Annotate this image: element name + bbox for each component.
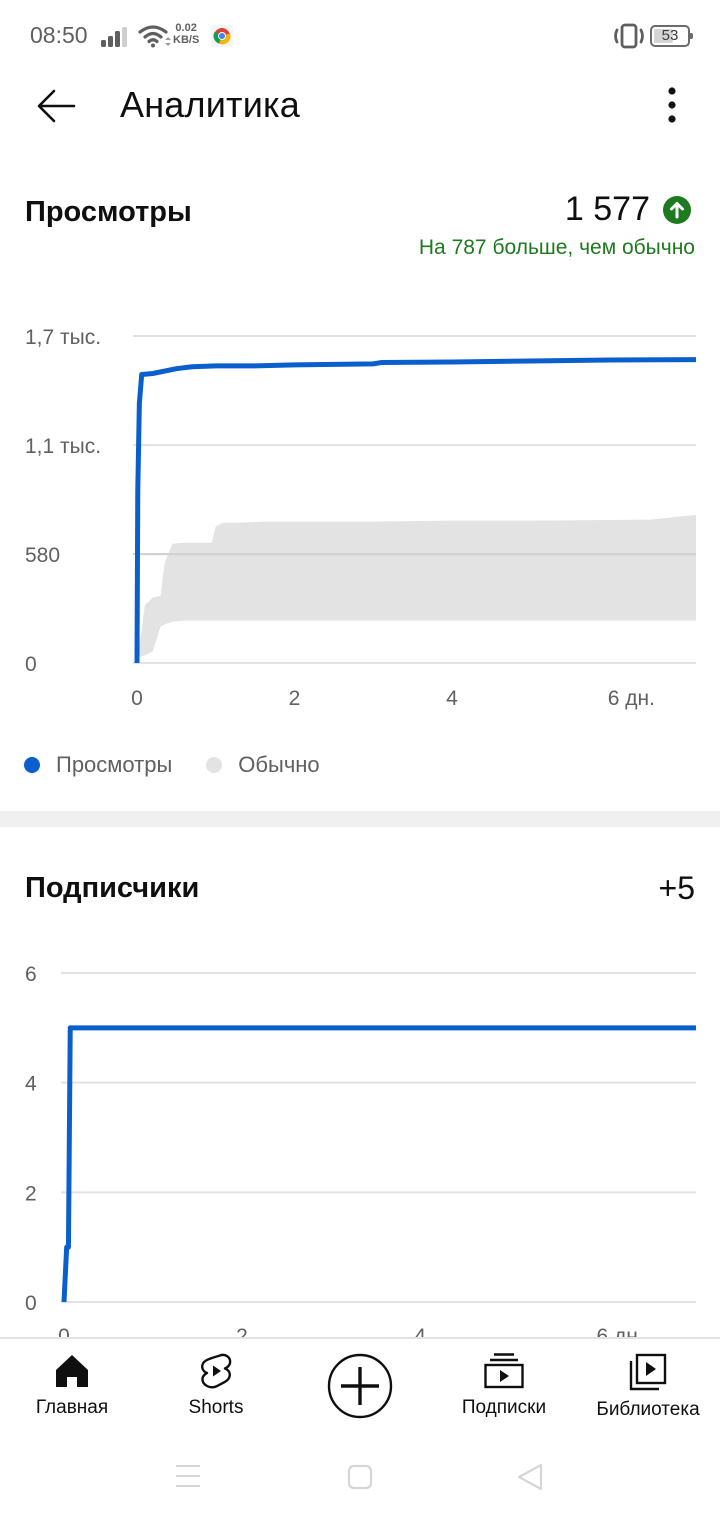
chrome-icon <box>211 25 233 47</box>
network-speed-value: 0.02 <box>175 22 197 34</box>
legend-dot-typical <box>206 757 223 773</box>
status-bar: 08:50 0.02 KB/S 53 <box>0 0 720 70</box>
x-tick-label: 2 <box>289 687 301 710</box>
y-tick-label: 2 <box>25 1182 37 1205</box>
more-vert-icon[interactable] <box>652 82 692 130</box>
bottom-nav: Главная Shorts Подписки Библиотека <box>0 1337 720 1435</box>
nav-label-subscriptions: Подписки <box>461 1397 547 1418</box>
subscribers-chart: 02460246 дн. <box>25 963 696 1348</box>
legend-label-views: Просмотры <box>56 752 173 777</box>
nav-item-create[interactable] <box>310 1339 410 1437</box>
nav-item-shorts[interactable]: Shorts <box>166 1339 266 1437</box>
legend-item-typical: Обычно <box>206 752 320 778</box>
y-tick-label: 0 <box>25 653 37 676</box>
back-triangle-icon[interactable] <box>515 1462 545 1492</box>
y-tick-label: 1,7 тыс. <box>25 326 101 349</box>
menu-icon[interactable] <box>174 1463 202 1489</box>
signal-icon <box>101 27 127 47</box>
network-speed-unit: KB/S <box>173 34 200 46</box>
views-title: Просмотры <box>25 196 192 228</box>
subscribers-title: Подписчики <box>25 872 200 904</box>
views-total: 1 577 <box>564 190 650 228</box>
arrow-up-circle-icon <box>663 196 691 224</box>
network-speed: 0.02 KB/S <box>173 22 199 46</box>
create-plus-icon <box>327 1353 393 1419</box>
y-tick-label: 1,1 тыс. <box>25 435 101 458</box>
y-tick-label: 6 <box>25 963 37 986</box>
system-nav-bar <box>0 1435 720 1520</box>
x-tick-label: 0 <box>131 687 143 710</box>
series-line-subscribers <box>61 1025 696 1303</box>
typical-range-band <box>138 514 696 658</box>
y-tick-label: 580 <box>25 544 60 567</box>
battery-percent: 53 <box>661 27 679 44</box>
legend-dot-views <box>24 757 40 773</box>
chart-legend: Просмотры Обычно <box>24 750 354 780</box>
nav-label-home: Главная <box>35 1397 109 1418</box>
x-tick-label: 6 дн. <box>608 687 655 710</box>
nav-label-shorts: Shorts <box>188 1397 244 1418</box>
battery-icon: 53 <box>650 25 693 47</box>
section-divider <box>0 811 720 827</box>
views-compare-text: На 787 больше, чем обычно <box>418 236 695 259</box>
status-time: 08:50 <box>30 22 88 48</box>
y-tick-label: 4 <box>25 1073 37 1096</box>
wifi-icon <box>138 25 171 48</box>
legend-item-views: Просмотры <box>24 752 172 778</box>
nav-label-library: Библиотека <box>596 1399 700 1420</box>
views-chart: 0 580 1,1 тыс. 1,7 тыс. 0 2 4 6 дн. <box>25 326 697 710</box>
home-icon <box>56 1355 88 1387</box>
legend-label-typical: Обычно <box>238 752 320 777</box>
y-tick-label: 0 <box>25 1292 37 1315</box>
subscribers-total: +5 <box>658 870 695 906</box>
x-tick-label: 4 <box>446 687 458 710</box>
nav-item-home[interactable]: Главная <box>22 1339 122 1437</box>
app-bar: Аналитика <box>0 70 720 142</box>
subscriptions-icon <box>484 1353 524 1389</box>
nav-item-library[interactable]: Библиотека <box>592 1339 704 1437</box>
shorts-icon <box>201 1353 232 1389</box>
arrow-left-icon[interactable] <box>30 82 82 130</box>
nav-item-subscriptions[interactable]: Подписки <box>454 1339 554 1437</box>
library-icon <box>629 1353 667 1391</box>
vibrate-icon <box>614 23 644 49</box>
home-square-icon[interactable] <box>346 1463 374 1491</box>
page-title: Аналитика <box>120 84 300 125</box>
